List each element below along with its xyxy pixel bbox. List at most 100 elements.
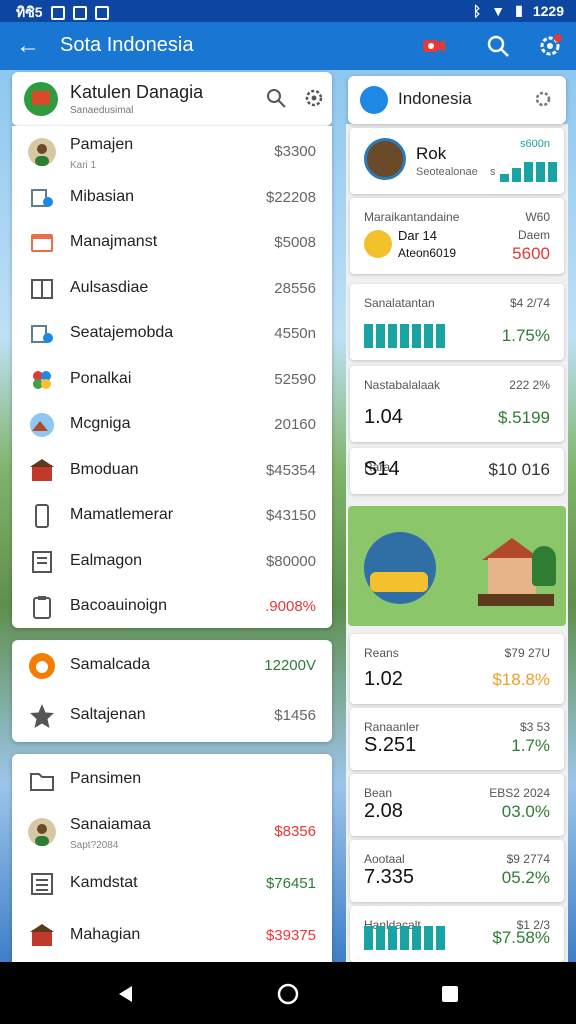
list-item[interactable]: Pamajen Kari 1 $3300 bbox=[12, 130, 332, 176]
stat-card[interactable]: Nastabalalaak 222 2% 1.04 $.5199 bbox=[350, 366, 564, 442]
nav-back-icon[interactable] bbox=[114, 982, 138, 1006]
gear-icon[interactable] bbox=[532, 88, 554, 110]
pencil-icon bbox=[364, 230, 392, 258]
stat-sub-label: Daem bbox=[517, 228, 550, 242]
left-header-subtitle: Sanaedusimal bbox=[70, 105, 134, 116]
list-item[interactable]: Aulsasdiae 28556 bbox=[12, 267, 332, 313]
list-item[interactable]: Sanaiamaa Sapt?2084 $8356 bbox=[12, 810, 332, 856]
stat-label-right: $9 2774 bbox=[506, 852, 550, 866]
stat-value: 1.04 bbox=[364, 406, 403, 428]
video-icon[interactable] bbox=[420, 32, 448, 60]
wifi-icon: ▼ bbox=[491, 2, 506, 19]
list-item[interactable]: Ponalkai 52590 bbox=[12, 358, 332, 404]
list-item-label: Mamatlemerar bbox=[70, 506, 174, 523]
stat-label: Sanalatantan bbox=[364, 296, 435, 310]
app-title: Sota Indonesia bbox=[60, 34, 194, 56]
stat-percent: 05.2% bbox=[501, 868, 550, 887]
list-item-amount: $8356 bbox=[274, 823, 316, 840]
search-icon[interactable] bbox=[264, 86, 288, 110]
profile-name: Rok bbox=[416, 144, 447, 163]
list-item[interactable]: Saltajenan $1456 bbox=[12, 694, 332, 740]
clock: 1229 bbox=[532, 2, 564, 19]
app-bar: ← Sota Indonesia bbox=[0, 22, 576, 70]
list-item[interactable]: Seatajemobda 4550n bbox=[12, 312, 332, 358]
left-header-card: Katulen Danagia Sanaedusimal bbox=[12, 72, 332, 126]
stat-label-right: $4 2/74 bbox=[509, 296, 550, 310]
stat-card[interactable]: Sanalatantan $4 2/74 1.75% bbox=[350, 284, 564, 360]
system-nav-bar bbox=[0, 962, 576, 1024]
list-item[interactable]: Pansimen bbox=[12, 758, 332, 804]
nav-recents-icon[interactable] bbox=[438, 982, 462, 1006]
gear-icon[interactable] bbox=[302, 86, 326, 110]
stat-label: Reans bbox=[364, 646, 399, 660]
list-item[interactable]: Bacoauinoign .9008% bbox=[12, 585, 332, 628]
list-item[interactable]: Samalcada 12200V bbox=[12, 644, 332, 690]
stat-card[interactable]: Reans $79 27U 1.02 $18.8% bbox=[350, 634, 564, 704]
list-item[interactable]: Bmoduan $45354 bbox=[12, 449, 332, 495]
photos-icon bbox=[28, 366, 56, 394]
list-item[interactable]: Manajmanst $5008 bbox=[12, 221, 332, 267]
stat-card[interactable]: Bean EBS2 2024 2.08 03.0% bbox=[350, 774, 564, 836]
list-item[interactable]: Mibasian $22208 bbox=[12, 176, 332, 222]
stat-label: Nastabalalaak bbox=[364, 378, 441, 392]
nav-home-icon[interactable] bbox=[276, 982, 300, 1006]
status-left-text: ทิซิ5 bbox=[16, 4, 43, 20]
landscape-icon bbox=[28, 411, 56, 439]
stat-label-right: W60 bbox=[525, 210, 550, 224]
list-item[interactable]: Ealmagon $80000 bbox=[12, 540, 332, 586]
people-icon bbox=[28, 184, 56, 212]
notification-icon bbox=[94, 6, 109, 20]
list-item[interactable]: Mcgniga 20160 bbox=[12, 403, 332, 449]
list-item[interactable]: Mamatlemerar $43150 bbox=[12, 494, 332, 540]
stat-card[interactable]: Aootaal $9 2774 7.335 05.2% bbox=[350, 840, 564, 902]
left-list-card: Pamajen Kari 1 $3300 Mibasian $22208 Manajman… bbox=[12, 126, 332, 628]
list-item-amount: $43150 bbox=[265, 507, 316, 524]
back-arrow-icon[interactable]: ← bbox=[14, 32, 42, 60]
stat-card[interactable]: Maraikantandaine W60 Dar 14 Ateon6019 Daem 56… bbox=[350, 198, 564, 274]
stat-value: 2.08 bbox=[364, 800, 403, 822]
stat-label: Ranaanler bbox=[364, 720, 420, 734]
circle-orange-icon bbox=[28, 652, 56, 680]
list-item-amount: $80000 bbox=[265, 552, 316, 570]
illustration-banner bbox=[348, 506, 566, 626]
stat-label: Aootaal bbox=[364, 852, 405, 866]
stat-card[interactable]: Ranaanler $3 53 S.251 1.7% bbox=[350, 708, 564, 770]
list-item-amount: $5008 bbox=[274, 234, 316, 251]
stat-percent: 1.7% bbox=[511, 736, 550, 755]
list-item-label: Mahagian bbox=[70, 926, 141, 943]
avatar-icon bbox=[28, 818, 56, 846]
stat-line: Dar 14 bbox=[398, 228, 438, 243]
stat-percent: 1.75% bbox=[501, 326, 550, 345]
stat-label-right: EBS2 2024 bbox=[489, 786, 550, 800]
stat-label-right: $3 53 bbox=[519, 720, 550, 734]
list-item-amount: $45354 bbox=[265, 461, 316, 479]
stat-label: Bean bbox=[364, 786, 393, 800]
tree-illustration bbox=[532, 546, 556, 586]
list-item-label: Kamdstat bbox=[70, 874, 138, 891]
list-item[interactable]: Kamdstat $76451 bbox=[12, 862, 332, 908]
stat-card[interactable]: Rara S14 $10 016 bbox=[350, 448, 564, 494]
list-item-amount: $39375 bbox=[265, 927, 316, 944]
list-item-label: Aulsasdiae bbox=[70, 278, 149, 296]
list-item-sublabel: Sapt?2084 bbox=[70, 840, 119, 851]
list-item[interactable]: Mahagian $39375 bbox=[12, 914, 332, 960]
stat-value: S.251 bbox=[364, 734, 417, 756]
list-item-label: Pansimen bbox=[70, 770, 142, 787]
summary-card: Samalcada 12200V Saltajenan $1456 bbox=[12, 640, 332, 742]
star-icon bbox=[28, 702, 56, 730]
stat-percent: $7.58% bbox=[492, 928, 550, 947]
settings-icon[interactable] bbox=[536, 32, 564, 60]
phone-icon bbox=[28, 502, 56, 530]
stat-value: 1.02 bbox=[364, 668, 403, 690]
search-icon[interactable] bbox=[484, 32, 512, 60]
list-item-label: Mibasian bbox=[70, 187, 135, 205]
people-icon bbox=[28, 320, 56, 348]
stat-percent: $.5199 bbox=[498, 408, 550, 427]
stat-line: Ateon6019 bbox=[398, 246, 457, 260]
stat-label-right: $79 27U bbox=[504, 646, 550, 660]
status-bar: ทิซิ5 ᛒ ▼ ▮ 1229 bbox=[0, 0, 576, 22]
stat-card[interactable]: Hanldacalt $1 2/3 $7.58% bbox=[350, 906, 564, 962]
profile-card[interactable]: Rok Seotealonae s600n s bbox=[350, 128, 564, 194]
house-illustration bbox=[488, 558, 536, 598]
building-icon bbox=[28, 457, 56, 485]
